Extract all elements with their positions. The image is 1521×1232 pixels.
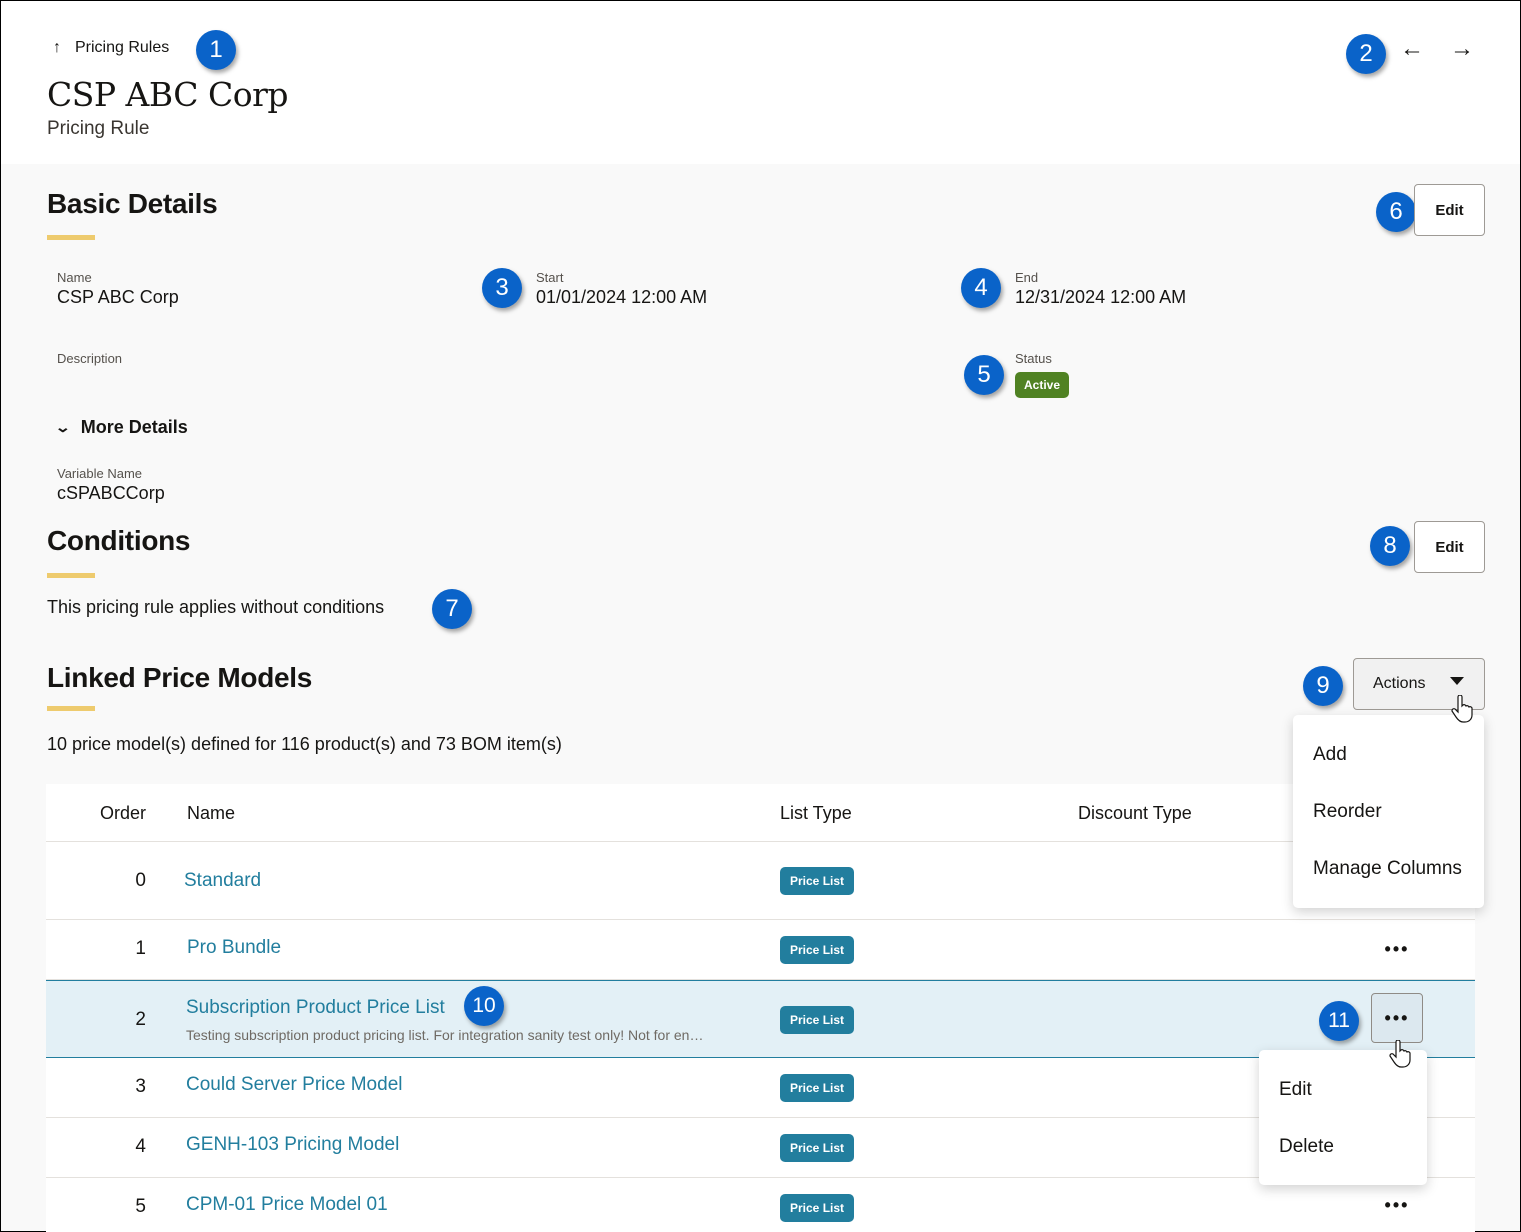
record-navigation: ← → xyxy=(1400,35,1474,63)
section-accent-bar xyxy=(47,235,95,240)
more-horizontal-icon: ••• xyxy=(1384,1194,1410,1215)
callout-badge: 4 xyxy=(961,268,1001,308)
variable-name-value: cSPABCCorp xyxy=(57,483,165,503)
page-header: ↑ Pricing Rules 1 CSP ABC Corp Pricing R… xyxy=(1,1,1520,164)
description-field: Description xyxy=(57,351,122,368)
actions-label: Actions xyxy=(1373,675,1426,692)
variable-name-field: Variable Name cSPABCCorp xyxy=(57,466,165,504)
more-details-toggle[interactable]: ⌄ More Details xyxy=(54,417,188,438)
conditions-edit-button[interactable]: Edit xyxy=(1414,521,1485,573)
callout-badge: 7 xyxy=(432,589,472,629)
table-row-selected[interactable]: 2 Subscription Product Price List Testin… xyxy=(46,980,1475,1058)
row-description: Testing subscription product pricing lis… xyxy=(186,1027,704,1043)
breadcrumb-label: Pricing Rules xyxy=(75,39,170,56)
page-content: Basic Details 6 Edit Name CSP ABC Corp 3… xyxy=(1,164,1520,1232)
variable-name-label: Variable Name xyxy=(57,466,143,481)
table-header: Order Name List Type Discount Type xyxy=(46,784,1475,842)
caret-down-icon xyxy=(1450,677,1464,685)
list-type-badge: Price List xyxy=(780,867,855,895)
hand-pointer-cursor-icon xyxy=(1451,695,1473,723)
section-accent-bar xyxy=(47,706,95,711)
end-field: End 12/31/2024 12:00 AM xyxy=(1015,270,1186,308)
row-actions-button[interactable]: ••• xyxy=(1371,924,1423,974)
status-label: Status xyxy=(1015,351,1052,366)
section-accent-bar xyxy=(47,573,95,578)
row-name-link[interactable]: GENH-103 Pricing Model xyxy=(186,1134,399,1156)
menu-item-reorder[interactable]: Reorder xyxy=(1293,783,1484,840)
callout-badge: 3 xyxy=(482,268,522,308)
menu-item-manage-columns[interactable]: Manage Columns xyxy=(1293,840,1484,897)
start-value: 01/01/2024 12:00 AM xyxy=(536,287,708,307)
status-field: Status Active xyxy=(1015,351,1070,398)
hand-pointer-cursor-icon xyxy=(1389,1040,1411,1068)
conditions-heading: Conditions xyxy=(47,525,191,556)
table-row[interactable]: 1 Pro Bundle Price List ••• xyxy=(46,920,1475,980)
status-badge: Active xyxy=(1015,372,1070,398)
callout-badge: 10 xyxy=(464,986,504,1026)
row-actions-button[interactable]: ••• xyxy=(1371,1180,1423,1230)
callout-badge: 2 xyxy=(1346,34,1386,74)
basic-details-edit-button[interactable]: Edit xyxy=(1414,184,1485,236)
more-horizontal-icon: ••• xyxy=(1384,1007,1410,1028)
breadcrumb-pricing-rules[interactable]: ↑ Pricing Rules xyxy=(53,39,169,57)
list-type-badge: Price List xyxy=(780,1074,855,1102)
name-field: Name CSP ABC Corp xyxy=(57,270,179,308)
callout-badge: 8 xyxy=(1370,526,1410,566)
column-header-name[interactable]: Name xyxy=(187,803,235,824)
row-order: 2 xyxy=(135,1009,146,1030)
callout-badge: 11 xyxy=(1319,1001,1359,1041)
row-order: 3 xyxy=(135,1076,146,1097)
name-value: CSP ABC Corp xyxy=(57,287,179,307)
menu-item-delete[interactable]: Delete xyxy=(1259,1118,1427,1175)
row-order: 5 xyxy=(135,1196,146,1217)
callout-badge: 5 xyxy=(964,355,1004,395)
name-label: Name xyxy=(57,270,92,285)
menu-item-edit[interactable]: Edit xyxy=(1259,1061,1427,1118)
start-label: Start xyxy=(536,270,564,285)
linked-price-models-heading: Linked Price Models xyxy=(47,662,313,693)
list-type-badge: Price List xyxy=(780,936,855,964)
arrow-right-icon[interactable]: → xyxy=(1450,35,1474,63)
row-actions-dropdown-menu: Edit Delete xyxy=(1259,1050,1427,1185)
column-header-list-type[interactable]: List Type xyxy=(780,803,852,824)
row-actions-button[interactable]: ••• xyxy=(1371,993,1423,1043)
end-label: End xyxy=(1015,270,1039,285)
callout-badge: 1 xyxy=(196,30,236,70)
description-label: Description xyxy=(57,351,123,366)
arrow-left-icon[interactable]: ← xyxy=(1400,35,1424,63)
price-models-summary: 10 price model(s) defined for 116 produc… xyxy=(47,734,562,754)
end-value: 12/31/2024 12:00 AM xyxy=(1015,287,1187,307)
actions-dropdown-menu: Add Reorder Manage Columns xyxy=(1293,715,1484,908)
table-row[interactable]: 0 Standard Price List xyxy=(46,842,1475,920)
basic-details-heading: Basic Details xyxy=(47,188,218,219)
row-name-link[interactable]: CPM-01 Price Model 01 xyxy=(186,1194,388,1216)
table-row[interactable]: 5 CPM-01 Price Model 01 Price List ••• xyxy=(46,1178,1475,1232)
column-header-order[interactable]: Order xyxy=(46,803,146,824)
more-horizontal-icon: ••• xyxy=(1384,938,1410,959)
row-name-link[interactable]: Pro Bundle xyxy=(187,937,281,959)
chevron-down-icon: ⌄ xyxy=(54,419,72,435)
list-type-badge: Price List xyxy=(780,1134,855,1162)
column-header-discount-type[interactable]: Discount Type xyxy=(1078,803,1192,824)
callout-badge: 6 xyxy=(1376,192,1416,232)
row-order: 0 xyxy=(135,870,146,891)
conditions-text: This pricing rule applies without condit… xyxy=(47,597,385,617)
start-field: Start 01/01/2024 12:00 AM xyxy=(536,270,707,308)
page-title: CSP ABC Corp xyxy=(47,75,289,114)
row-name-link[interactable]: Subscription Product Price List xyxy=(186,997,445,1019)
page-subtitle: Pricing Rule xyxy=(47,118,150,139)
callout-badge: 9 xyxy=(1303,666,1343,706)
row-order: 1 xyxy=(135,938,146,959)
row-name-link[interactable]: Could Server Price Model xyxy=(186,1074,402,1096)
menu-item-add[interactable]: Add xyxy=(1293,726,1484,783)
list-type-badge: Price List xyxy=(780,1194,855,1222)
arrow-up-icon: ↑ xyxy=(53,39,61,56)
more-details-label: More Details xyxy=(80,417,188,437)
row-order: 4 xyxy=(135,1136,146,1157)
list-type-badge: Price List xyxy=(780,1006,855,1034)
row-name-link[interactable]: Standard xyxy=(184,870,261,892)
